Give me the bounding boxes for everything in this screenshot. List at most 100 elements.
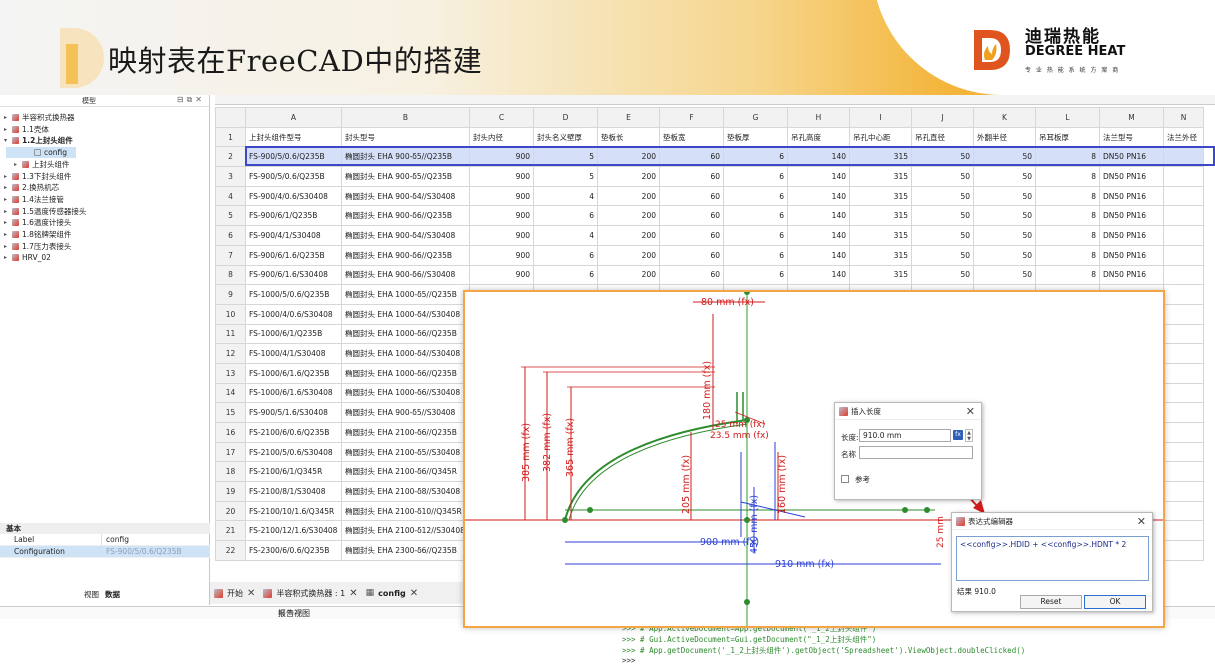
- sheet-cell[interactable]: 50: [911, 225, 974, 246]
- column-header[interactable]: M: [1099, 107, 1164, 128]
- tree-item[interactable]: ▸ 1.1壳体: [4, 124, 49, 135]
- sheet-cell[interactable]: FS-2100/6/1/Q345R: [245, 461, 342, 483]
- sheet-cell[interactable]: 6: [723, 205, 788, 227]
- row-header[interactable]: 8: [215, 264, 246, 286]
- ok-button[interactable]: OK: [1084, 595, 1146, 609]
- sheet-cell[interactable]: 椭圆封头 EHA 900-δ6//Q235B: [341, 244, 470, 266]
- sheet-cell[interactable]: 6: [723, 244, 788, 266]
- sheet-cell[interactable]: 8: [1035, 146, 1100, 168]
- sheet-cell[interactable]: FS-900/6/1.6/Q235B: [245, 244, 342, 266]
- close-icon[interactable]: ✕: [966, 403, 975, 420]
- sheet-cell[interactable]: [1163, 402, 1204, 423]
- sheet-cell[interactable]: 6: [723, 166, 788, 187]
- sheet-cell[interactable]: FS-2100/10/1.6/Q345R: [245, 500, 342, 522]
- sheet-cell[interactable]: 200: [597, 166, 660, 187]
- property-value[interactable]: config: [102, 534, 129, 545]
- sheet-cell[interactable]: 椭圆封头 EHA 2100-δ8//S30408: [341, 481, 470, 502]
- sheet-cell[interactable]: 140: [787, 244, 850, 266]
- sheet-cell[interactable]: DN50 PN16: [1099, 185, 1164, 207]
- sheet-cell[interactable]: FS-1000/4/0.6/S30408: [245, 303, 342, 325]
- sheet-cell[interactable]: [1163, 481, 1204, 502]
- sketch-point[interactable]: [587, 507, 593, 513]
- sheet-cell[interactable]: 椭圆封头 EHA 1000-δ4//S30408: [341, 303, 470, 325]
- sheet-cell[interactable]: 6: [533, 244, 598, 266]
- column-header[interactable]: H: [787, 107, 850, 128]
- sheet-cell[interactable]: 椭圆封头 EHA 1000-δ5//Q235B: [341, 284, 470, 305]
- sheet-cell[interactable]: DN50 PN16: [1099, 225, 1164, 246]
- sheet-cell[interactable]: 200: [597, 244, 660, 266]
- sheet-cell[interactable]: 900: [469, 244, 534, 266]
- sheet-cell[interactable]: 50: [973, 146, 1036, 168]
- column-header[interactable]: D: [533, 107, 598, 128]
- sheet-cell[interactable]: 4: [533, 185, 598, 207]
- sheet-cell[interactable]: 椭圆封头 EHA 2100-δ6//Q345R: [341, 461, 470, 483]
- dim-label-23-5[interactable]: 23.5 mm (fx): [710, 431, 769, 441]
- dim-label-385[interactable]: 385 mm (fx): [521, 423, 532, 482]
- sheet-cell[interactable]: [1163, 225, 1204, 246]
- sheet-cell[interactable]: 50: [911, 244, 974, 266]
- sheet-cell[interactable]: [1163, 284, 1204, 305]
- tree-item[interactable]: ▸ 1.5温度传感器接头: [4, 206, 86, 217]
- sheet-cell[interactable]: 140: [787, 225, 850, 246]
- tree-item[interactable]: ▸ 1.6温度计接头: [4, 217, 71, 228]
- tree-item[interactable]: ▸ 1.7压力表接头: [4, 241, 71, 252]
- tree-item[interactable]: ▸ 1.4法兰接管: [4, 194, 64, 205]
- row-header[interactable]: 14: [215, 382, 246, 404]
- sheet-cell[interactable]: 椭圆封头 EHA 900-δ4//S30408: [341, 225, 470, 246]
- sheet-cell[interactable]: 8: [1035, 225, 1100, 246]
- sheet-cell[interactable]: [1163, 343, 1204, 364]
- dim-label-25[interactable]: 25 mm (fx): [715, 420, 765, 430]
- tree-item[interactable]: ▸ HRV_02: [4, 252, 51, 263]
- column-header[interactable]: B: [341, 107, 470, 128]
- row-header[interactable]: 21: [215, 520, 246, 542]
- sheet-cell[interactable]: DN50 PN16: [1099, 264, 1164, 286]
- expand-arrow-icon[interactable]: ▸: [4, 126, 12, 133]
- sheet-cell[interactable]: 60: [659, 146, 724, 168]
- tree-item[interactable]: ▸ 2.换热机芯: [4, 182, 59, 193]
- sheet-cell[interactable]: [1163, 146, 1204, 168]
- sheet-cell[interactable]: 900: [469, 205, 534, 227]
- dim-label-180[interactable]: 180 mm (fx): [702, 361, 713, 420]
- row-header[interactable]: 9: [215, 284, 246, 305]
- tab-start[interactable]: 开始 ✕: [214, 588, 255, 599]
- expand-arrow-icon[interactable]: ▸: [4, 231, 12, 238]
- sheet-cell[interactable]: 140: [787, 166, 850, 187]
- sketch-point[interactable]: [744, 517, 750, 523]
- sheet-cell[interactable]: FS-900/6/1/Q235B: [245, 205, 342, 227]
- sheet-cell[interactable]: 封头内径: [469, 126, 534, 148]
- sketch-point[interactable]: [744, 599, 750, 605]
- expand-arrow-icon[interactable]: ▸: [4, 184, 12, 191]
- sheet-cell[interactable]: [1163, 540, 1204, 561]
- sheet-cell[interactable]: 椭圆封头 EHA 1000-δ6//Q235B: [341, 362, 470, 384]
- sketch-point[interactable]: [924, 507, 930, 513]
- sheet-cell[interactable]: FS-1000/6/1/Q235B: [245, 323, 342, 345]
- expand-arrow-icon[interactable]: ▸: [14, 161, 22, 168]
- row-header[interactable]: 19: [215, 481, 246, 502]
- column-header[interactable]: J: [911, 107, 974, 128]
- sheet-cell[interactable]: [1163, 441, 1204, 463]
- dim-label-910[interactable]: 910 mm (fx): [775, 559, 834, 570]
- sheet-cell[interactable]: 8: [1035, 205, 1100, 227]
- sheet-cell[interactable]: 315: [849, 146, 912, 168]
- tree-item[interactable]: ▸ 1.8铭牌架组件: [4, 229, 71, 240]
- sheet-cell[interactable]: 50: [911, 185, 974, 207]
- dim-label-80[interactable]: 80 mm (fx): [701, 297, 754, 308]
- column-header[interactable]: I: [849, 107, 912, 128]
- sheet-cell[interactable]: 椭圆封头 EHA 2300-δ6//Q235B: [341, 540, 470, 561]
- sheet-cell[interactable]: FS-900/5/0.6/Q235B: [245, 166, 342, 187]
- row-header[interactable]: 4: [215, 185, 246, 207]
- sheet-cell[interactable]: [1163, 382, 1204, 404]
- sheet-cell[interactable]: 5: [533, 146, 598, 168]
- expand-arrow-icon[interactable]: ▸: [4, 196, 12, 203]
- sheet-cell[interactable]: 6: [533, 205, 598, 227]
- sheet-cell[interactable]: 50: [973, 225, 1036, 246]
- sheet-cell[interactable]: 50: [973, 166, 1036, 187]
- sheet-cell[interactable]: 315: [849, 185, 912, 207]
- sheet-cell[interactable]: [1163, 166, 1204, 187]
- sheet-cell[interactable]: 椭圆封头 EHA 1000-δ4//S30408: [341, 343, 470, 364]
- sheet-cell[interactable]: FS-1000/6/1.6/S30408: [245, 382, 342, 404]
- dim-label-450[interactable]: 450 mm (fx): [749, 495, 760, 554]
- sheet-cell[interactable]: [1163, 362, 1204, 384]
- row-header[interactable]: 16: [215, 422, 246, 443]
- sheet-cell[interactable]: 8: [1035, 166, 1100, 187]
